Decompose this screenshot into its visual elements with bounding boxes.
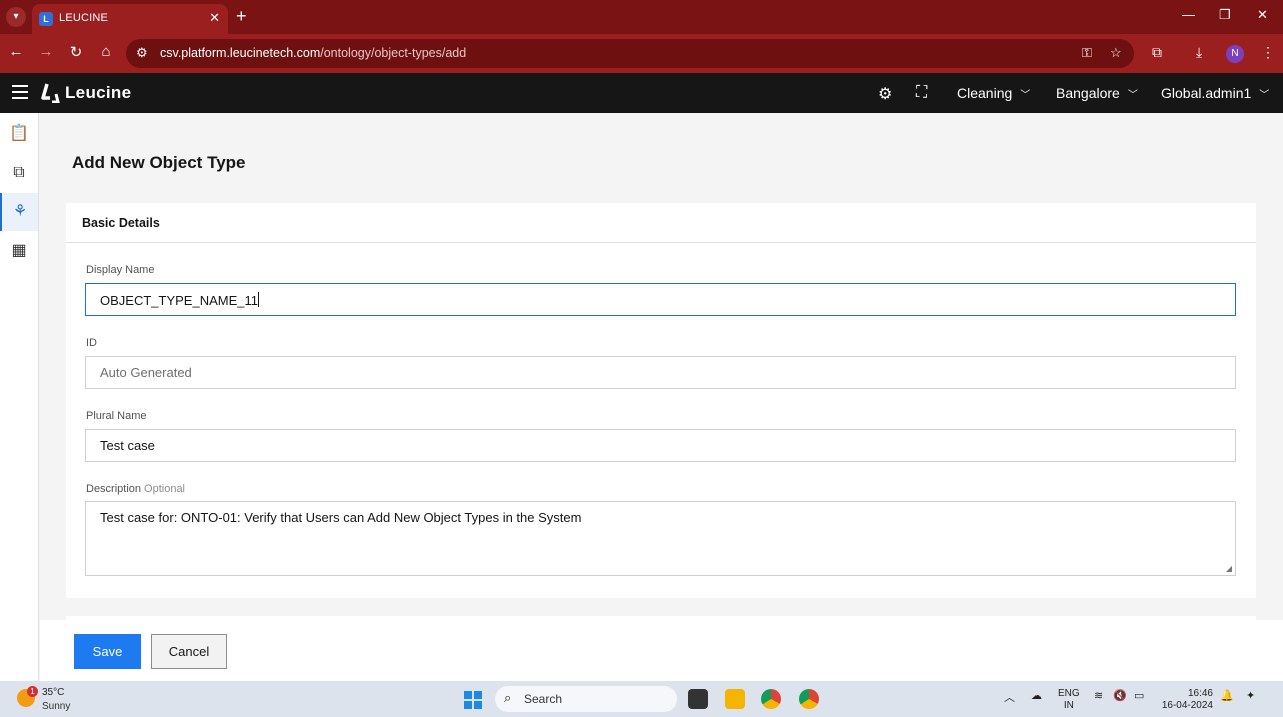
display-name-value: OBJECT_TYPE_NAME_11 bbox=[100, 293, 258, 308]
save-button[interactable]: Save bbox=[74, 634, 141, 669]
minimize-icon[interactable]: — bbox=[1182, 7, 1195, 22]
plural-name-label: Plural Name bbox=[86, 410, 147, 422]
form-footer: Save Cancel bbox=[40, 620, 1283, 681]
basic-details-card: Basic Details Display Name OBJECT_TYPE_N… bbox=[66, 203, 1256, 598]
id-input[interactable]: Auto Generated bbox=[85, 356, 1236, 389]
url-text[interactable]: csv.platform.leucinetech.com/ontology/ob… bbox=[160, 46, 466, 60]
reload-icon[interactable]: ↻ bbox=[66, 43, 86, 61]
input-language[interactable]: ENG IN bbox=[1058, 688, 1080, 712]
tab-close-icon[interactable]: ✕ bbox=[209, 10, 220, 26]
chevron-down-icon: ﹀ bbox=[1259, 90, 1270, 101]
leucine-logo-icon bbox=[41, 83, 60, 103]
page-title: Add New Object Type bbox=[72, 153, 246, 172]
left-sidebar: 📋 ⧉ ⚘ ▦ bbox=[0, 113, 39, 681]
url-host: csv.platform.leucinetech.com bbox=[160, 46, 321, 60]
tab-title: LEUCINE bbox=[59, 12, 109, 24]
back-icon[interactable]: ← bbox=[6, 43, 26, 60]
user-dropdown[interactable]: Global.admin1 ﹀ bbox=[1161, 85, 1269, 101]
site-info-icon[interactable]: ⚙ bbox=[136, 45, 148, 61]
forward-icon[interactable]: → bbox=[36, 43, 56, 60]
file-explorer-icon[interactable] bbox=[725, 689, 745, 709]
taskbar-search[interactable]: ⌕ Search bbox=[495, 686, 677, 712]
display-name-label: Display Name bbox=[86, 264, 155, 276]
optional-tag: Optional bbox=[144, 483, 186, 495]
password-key-icon[interactable]: ⚿ bbox=[1082, 45, 1092, 61]
task-view-icon[interactable] bbox=[688, 689, 708, 709]
chevron-down-icon: ﹀ bbox=[1127, 90, 1138, 101]
lang-top: ENG bbox=[1058, 688, 1080, 699]
chevron-down-icon: ﹀ bbox=[1020, 90, 1031, 101]
address-bar[interactable]: ⚙ csv.platform.leucinetech.com/ontology/… bbox=[126, 39, 1134, 68]
leucine-favicon-icon: L bbox=[39, 12, 53, 26]
text-caret bbox=[257, 292, 259, 307]
settings-gear-icon[interactable]: ⚙ bbox=[878, 84, 892, 104]
notification-bell-icon[interactable]: 🔔 bbox=[1220, 689, 1234, 702]
hamburger-menu-icon[interactable] bbox=[12, 85, 28, 99]
app-header: Leucine ⚙ ⛶ Cleaning ﹀ Bangalore ﹀ Global.… bbox=[0, 73, 1283, 113]
taskbar-search-label: Search bbox=[524, 692, 563, 706]
window-close-icon[interactable]: ✕ bbox=[1257, 7, 1268, 23]
calculator-icon[interactable]: ▦ bbox=[0, 232, 38, 270]
clock-date: 16-04-2024 bbox=[1161, 700, 1213, 711]
id-label: ID bbox=[86, 337, 97, 349]
onedrive-icon[interactable]: ☁ bbox=[1031, 689, 1042, 702]
lang-bottom: IN bbox=[1063, 700, 1074, 711]
section-title: Basic Details bbox=[66, 203, 1256, 243]
plural-name-input[interactable]: Test case bbox=[85, 429, 1236, 462]
system-clock[interactable]: 16:46 16-04-2024 bbox=[1161, 688, 1213, 712]
windows-start-icon[interactable] bbox=[464, 691, 482, 709]
description-label-text: Description bbox=[86, 483, 142, 495]
process-icon[interactable]: ⧉ bbox=[0, 154, 38, 192]
site-dropdown[interactable]: Bangalore ﹀ bbox=[1056, 85, 1138, 101]
user-label: Global.admin1 bbox=[1161, 85, 1252, 101]
home-icon[interactable]: ⌂ bbox=[96, 43, 116, 60]
main-content: Add New Object Type Basic Details Displa… bbox=[40, 113, 1283, 681]
description-textarea[interactable]: Test case for: ONTO-01: Verify that User… bbox=[85, 501, 1236, 576]
weather-badge: 1 bbox=[27, 686, 38, 697]
checklist-icon[interactable]: 📋 bbox=[0, 115, 38, 153]
tab-search-icon[interactable]: ▾ bbox=[6, 7, 26, 27]
site-label: Bangalore bbox=[1056, 85, 1120, 101]
extensions-icon[interactable]: ⧉ bbox=[1152, 44, 1162, 61]
brand-name: Leucine bbox=[65, 83, 132, 102]
resize-handle-icon[interactable]: ◢ bbox=[1226, 564, 1232, 573]
restore-icon[interactable]: ❐ bbox=[1219, 7, 1231, 23]
scan-icon[interactable]: ⛶ bbox=[916, 84, 927, 102]
browser-toolbar: ← → ↻ ⌂ ⚙ csv.platform.leucinetech.com/o… bbox=[0, 34, 1283, 73]
url-path: /ontology/object-types/add bbox=[320, 46, 467, 60]
bookmark-star-icon[interactable]: ☆ bbox=[1110, 45, 1122, 61]
volume-muted-icon[interactable]: 🔇 bbox=[1113, 689, 1127, 702]
description-label: Description Optional bbox=[86, 483, 185, 495]
browser-menu-icon[interactable]: ⋮ bbox=[1261, 44, 1275, 61]
chrome-icon[interactable] bbox=[761, 689, 781, 709]
profile-avatar[interactable]: N bbox=[1226, 45, 1244, 63]
facility-dropdown[interactable]: Cleaning ﹀ bbox=[957, 85, 1030, 101]
display-name-input[interactable]: OBJECT_TYPE_NAME_11 bbox=[85, 283, 1236, 316]
show-hidden-icons-icon[interactable]: ︿ bbox=[1004, 689, 1015, 705]
battery-icon[interactable]: ▭ bbox=[1134, 689, 1144, 702]
ontology-icon[interactable]: ⚘ bbox=[0, 193, 38, 231]
description-value: Test case for: ONTO-01: Verify that User… bbox=[100, 510, 582, 525]
weather-temperature[interactable]: 35°C bbox=[42, 687, 64, 698]
download-icon[interactable]: ⤓ bbox=[1196, 44, 1202, 61]
browser-tab-strip: ▾ L LEUCINE ✕ + — ❐ ✕ bbox=[0, 0, 1283, 34]
wifi-icon[interactable]: ≋ bbox=[1094, 689, 1103, 702]
clock-time: 16:46 bbox=[1187, 688, 1213, 699]
browser-tab[interactable]: L LEUCINE ✕ bbox=[32, 4, 228, 34]
copilot-icon[interactable]: ✦ bbox=[1246, 689, 1255, 702]
new-tab-icon[interactable]: + bbox=[236, 6, 247, 27]
search-icon: ⌕ bbox=[504, 690, 512, 705]
weather-description[interactable]: Sunny bbox=[42, 701, 70, 712]
facility-label: Cleaning bbox=[957, 85, 1013, 101]
cancel-button[interactable]: Cancel bbox=[151, 634, 227, 669]
windows-taskbar: 1 35°C Sunny ⌕ Search ︿ ☁ ENG IN ≋ 🔇 ▭ 16… bbox=[0, 681, 1283, 717]
chrome-profile-icon[interactable] bbox=[799, 689, 819, 709]
